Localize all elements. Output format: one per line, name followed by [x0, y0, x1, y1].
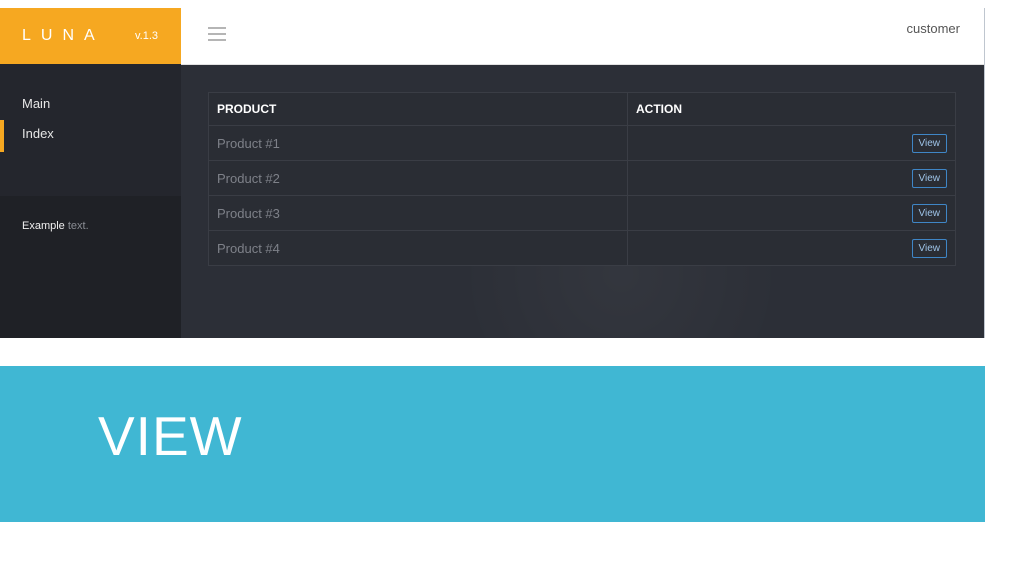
view-button[interactable]: View [911, 203, 947, 223]
sidebar-item-main[interactable]: Main [0, 90, 181, 118]
view-button[interactable]: View [911, 133, 947, 153]
brand-logo[interactable]: LUNA v.1.3 [0, 8, 181, 64]
brand-version: v.1.3 [135, 30, 159, 42]
banner-title: VIEW [98, 405, 243, 467]
brand-name: LUNA [22, 27, 105, 44]
sidebar-item-index[interactable]: Index [0, 120, 181, 152]
table-row: Product #4 View [208, 230, 956, 266]
table-header-row: PRODUCT ACTION [208, 92, 956, 126]
product-cell: Product #2 [208, 160, 628, 196]
menu-toggle-icon[interactable] [208, 27, 226, 41]
slide-banner: VIEW [0, 366, 985, 522]
active-indicator [0, 120, 4, 152]
table-row: Product #3 View [208, 195, 956, 231]
sidebar-item-label: Index [22, 126, 54, 141]
product-cell: Product #3 [208, 195, 628, 231]
sidebar: Main Index Example text. [0, 64, 181, 338]
window-edge [984, 8, 985, 338]
product-cell: Product #1 [208, 125, 628, 161]
view-button[interactable]: View [911, 238, 947, 258]
main-content: PRODUCT ACTION Product #1 View Product #… [181, 64, 984, 338]
product-cell: Product #4 [208, 230, 628, 266]
products-table: PRODUCT ACTION Product #1 View Product #… [208, 92, 956, 266]
sidebar-item-label: Main [22, 96, 51, 111]
column-header-product: PRODUCT [208, 92, 628, 126]
action-cell: View [627, 195, 956, 231]
sidebar-example-text: Example text. [22, 220, 89, 232]
action-cell: View [627, 125, 956, 161]
table-row: Product #2 View [208, 160, 956, 196]
top-navbar: customer [181, 8, 984, 65]
column-header-action: ACTION [627, 92, 956, 126]
table-row: Product #1 View [208, 125, 956, 161]
sidebar-footer-panel: Example text. [0, 196, 181, 338]
action-cell: View [627, 160, 956, 196]
app-window: LUNA v.1.3 customer Main Index Example t… [0, 8, 984, 338]
example-bold: Example [22, 220, 65, 232]
user-label[interactable]: customer [907, 21, 960, 36]
example-muted: text. [67, 220, 89, 232]
action-cell: View [627, 230, 956, 266]
view-button[interactable]: View [911, 168, 947, 188]
